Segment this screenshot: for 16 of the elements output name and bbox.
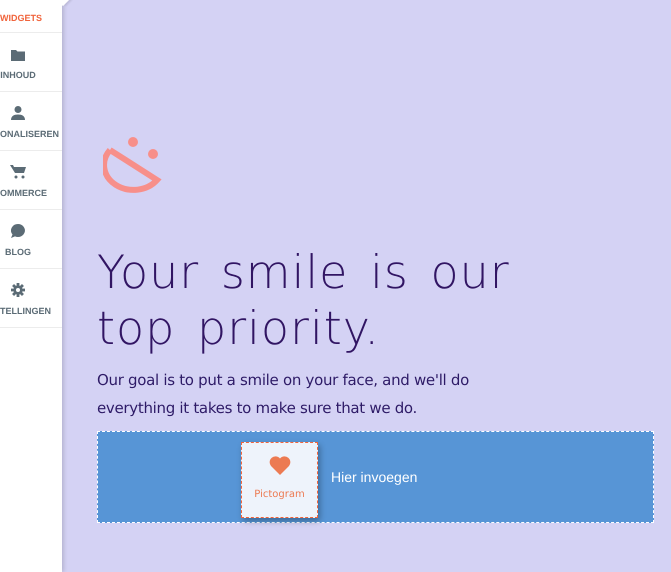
sidebar-item[interactable]: OMMERCE (0, 151, 62, 209)
drop-zone[interactable]: Pictogram Hier invoegen (97, 431, 654, 523)
cart-icon (10, 165, 26, 179)
settings-icon (11, 283, 25, 297)
hero-text: Our goal is to put a smile on your face, and we'll do everything it takes to make sure that we do. (97, 370, 470, 419)
sidebar-item[interactable]: WIDGETS (0, 0, 62, 32)
sidebar-item[interactable]: ONALISEREN (0, 92, 62, 150)
folder-icon (11, 49, 25, 61)
sidebar-item[interactable]: BLOG (0, 210, 62, 268)
heart-icon (268, 456, 290, 475)
sidebar-item[interactable]: TELLINGEN (0, 269, 62, 327)
sidebar-item[interactable]: INHOUD (0, 33, 62, 91)
hero-heading: Your smile is our top priority. (97, 244, 511, 356)
person-icon (11, 106, 25, 120)
drop-hint: Hier invoegen (331, 469, 418, 485)
chat-bubble-icon (11, 224, 25, 238)
